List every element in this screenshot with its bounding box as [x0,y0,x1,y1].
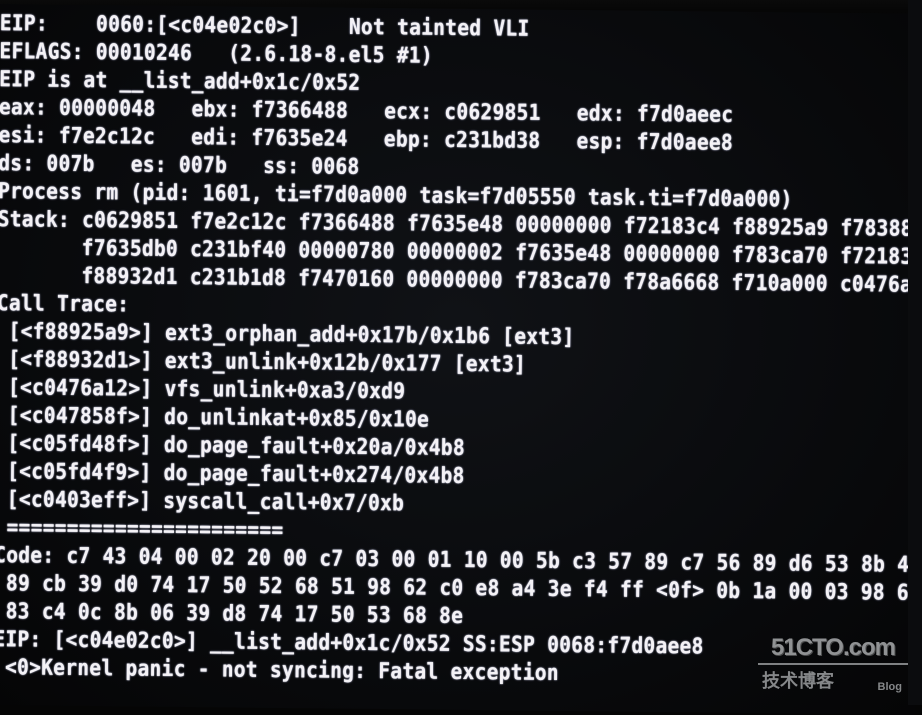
segment-registers-line: ds: 007b es: 007b ss: 0068 [0,149,360,180]
call-trace-entry: [<c05fd48f>] do_page_fault+0x20a/0x4b8 [0,429,466,461]
watermark: 51CTO.com 技术博客 Blog [758,635,908,695]
watermark-site: 51CTO.com [758,635,908,665]
kernel-panic-line: <0>Kernel panic - not syncing: Fatal exc… [0,653,560,686]
monitor-bezel-right [908,0,922,705]
call-trace-entry: [<c0476a12>] vfs_unlink+0xa3/0xd9 [0,373,406,405]
call-trace-entry: [<c0403eff>] syscall_call+0x7/0xb [0,485,405,517]
eip-line: EIP: 0060:[<c04e02c0>] Not tainted VLI [0,9,530,42]
call-trace-entry: [<c05fd4f9>] do_page_fault+0x274/0x4b8 [0,457,465,489]
console-screen: EIP: 0060:[<c04e02c0>] Not tainted VLI E… [0,4,922,715]
eip-at-line: EIP is at __list_add+0x1c/0x52 [0,65,361,96]
call-trace-entry: [<c047858f>] do_unlinkat+0x85/0x10e [0,401,430,433]
watermark-subtitle: 技术博客 Blog [758,665,908,693]
call-trace-entry: [<f88932d1>] ext3_unlink+0x12b/0x177 [ex… [0,345,527,378]
eflags-line: EFLAGS: 00010246 (2.6.18-8.el5 #1) [0,37,434,69]
separator-line: ======================= [0,513,284,543]
code-row: 83 c4 0c 8b 06 39 d8 74 17 50 53 68 8e [0,597,464,629]
watermark-subtitle-en: Blog [877,681,902,693]
call-trace-label: Call Trace: [0,289,130,318]
watermark-subtitle-cn: 技术博客 [762,671,834,692]
